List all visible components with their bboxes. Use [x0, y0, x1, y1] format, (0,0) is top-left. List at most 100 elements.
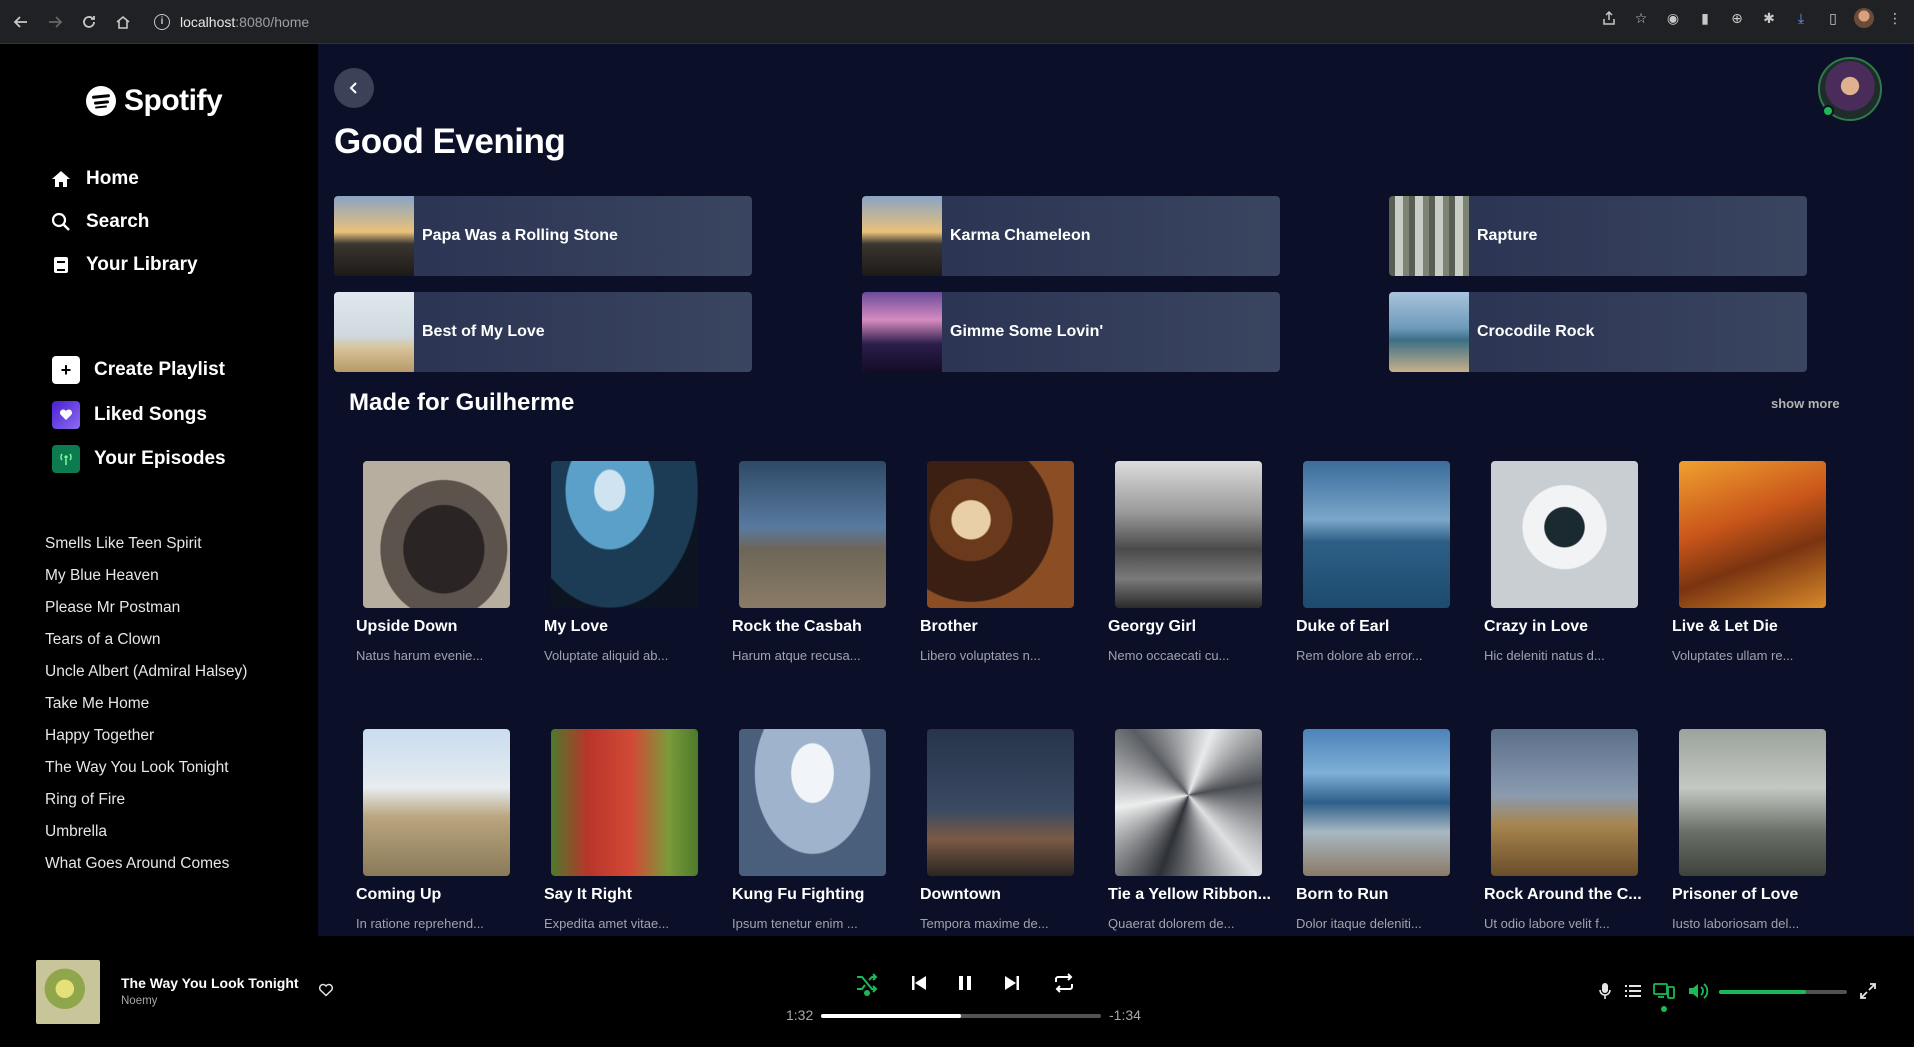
section-title: Made for Guilherme [349, 389, 575, 416]
playlist-item[interactable]: What Goes Around Comes [45, 848, 247, 880]
url-host: localhost [180, 13, 236, 30]
playlist-item[interactable]: Take Me Home [45, 688, 247, 720]
playlist-item[interactable]: My Blue Heaven [45, 560, 247, 592]
queue-list-icon[interactable] [1622, 980, 1644, 1002]
online-status-dot [1822, 105, 1834, 117]
nav-library-label: Your Library [86, 254, 198, 275]
playlist-item[interactable]: Umbrella [45, 816, 247, 848]
browser-profile-avatar[interactable] [1854, 8, 1874, 28]
chevron-left-icon [349, 82, 357, 94]
album-title: Tie a Yellow Ribbon... [1108, 886, 1271, 903]
browser-toolbar: i localhost:8080/home ☆ ◉ ▮ ⊕ ✱ ⤓ ▯ ⋮ [0, 0, 1914, 44]
playlist-item[interactable]: Smells Like Teen Spirit [45, 528, 247, 560]
quick-pick-card[interactable]: Rapture [1389, 196, 1807, 276]
fullscreen-icon[interactable] [1857, 980, 1879, 1002]
site-info-icon[interactable]: i [154, 13, 170, 30]
lyrics-microphone-icon[interactable] [1594, 980, 1616, 1002]
page-title: Good Evening [334, 122, 566, 161]
album-art [1303, 729, 1450, 876]
shuffle-active-dot [864, 990, 870, 996]
now-playing-art[interactable] [36, 960, 100, 1024]
volume-slider[interactable] [1719, 990, 1847, 994]
album-subtitle: In ratione reprehend... [356, 916, 484, 931]
quick-pick-card[interactable]: Gimme Some Lovin' [862, 292, 1280, 372]
user-avatar[interactable] [1818, 57, 1882, 121]
spotify-logo[interactable]: Spotify [86, 84, 223, 118]
quick-pick-card[interactable]: Best of My Love [334, 292, 752, 372]
your-episodes-label: Your Episodes [94, 448, 226, 469]
album-subtitle: Voluptate aliquid ab... [544, 648, 669, 663]
bookmark-star-icon[interactable]: ☆ [1630, 7, 1652, 29]
search-icon [50, 211, 72, 233]
playlist-item[interactable]: Please Mr Postman [45, 592, 247, 624]
playlist-item[interactable]: Happy Together [45, 720, 247, 752]
browser-back-icon[interactable] [6, 7, 36, 37]
album-title: Crazy in Love [1484, 618, 1589, 635]
quick-pick-label: Rapture [1477, 227, 1538, 244]
album-title: Rock the Casbah [732, 618, 862, 635]
add-extension-icon[interactable]: ⊕ [1726, 7, 1748, 29]
side-panel-icon[interactable]: ▯ [1822, 7, 1844, 29]
playlist-item[interactable]: Tears of a Clown [45, 624, 247, 656]
album-art [1115, 729, 1262, 876]
liked-songs-button[interactable]: Liked Songs [52, 401, 207, 429]
sidebar: Spotify Home Search Your Library + Creat… [0, 44, 318, 936]
elapsed-time: 1:32 [786, 1007, 814, 1023]
album-art [551, 461, 698, 608]
quick-pick-card[interactable]: Papa Was a Rolling Stone [334, 196, 752, 276]
browser-home-icon[interactable] [108, 7, 138, 37]
album-title: Prisoner of Love [1672, 886, 1799, 903]
like-heart-icon[interactable] [318, 982, 334, 998]
album-subtitle: Nemo occaecati cu... [1108, 648, 1230, 663]
repeat-icon[interactable] [1049, 968, 1079, 998]
album-subtitle: Libero voluptates n... [920, 648, 1041, 663]
album-art [1491, 729, 1638, 876]
volume-fill [1719, 990, 1807, 994]
progress-bar[interactable] [821, 1014, 1101, 1018]
album-subtitle: Natus harum evenie... [356, 648, 484, 663]
album-subtitle: Rem dolore ab error... [1296, 648, 1423, 663]
browser-reload-icon[interactable] [74, 7, 104, 37]
previous-track-icon[interactable] [904, 968, 934, 998]
nav-home[interactable]: Home [50, 168, 139, 190]
album-title: Georgy Girl [1108, 618, 1197, 635]
now-playing-title[interactable]: The Way You Look Tonight [121, 975, 299, 991]
address-bar[interactable]: i localhost:8080/home [154, 7, 309, 37]
pause-icon[interactable] [950, 968, 980, 998]
create-playlist-button[interactable]: + Create Playlist [52, 356, 225, 384]
playlist-item[interactable]: Ring of Fire [45, 784, 247, 816]
connect-device-icon[interactable] [1653, 980, 1675, 1002]
playlist-item[interactable]: Uncle Albert (Admiral Halsey) [45, 656, 247, 688]
playlist-item[interactable]: The Way You Look Tonight [45, 752, 247, 784]
player-bar: The Way You Look Tonight Noemy 1:32 -1:3… [0, 936, 1914, 1047]
quick-pick-image [862, 292, 942, 372]
device-active-dot [1661, 1006, 1667, 1012]
browser-menu-icon[interactable]: ⋮ [1884, 7, 1906, 29]
album-subtitle: Hic deleniti natus d... [1484, 648, 1605, 663]
album-title: Live & Let Die [1672, 618, 1778, 635]
quick-pick-label: Papa Was a Rolling Stone [422, 227, 618, 244]
album-title: My Love [544, 618, 609, 635]
share-icon[interactable] [1598, 7, 1620, 29]
incognito-extension-icon[interactable]: ◉ [1662, 7, 1684, 29]
docs-extension-icon[interactable]: ▮ [1694, 7, 1716, 29]
quick-pick-card[interactable]: Karma Chameleon [862, 196, 1280, 276]
quick-pick-label: Karma Chameleon [950, 227, 1091, 244]
nav-library[interactable]: Your Library [50, 254, 198, 276]
heart-icon [52, 401, 80, 429]
back-button[interactable] [334, 68, 374, 108]
podcast-icon [52, 445, 80, 473]
album-art [551, 729, 698, 876]
next-track-icon[interactable] [997, 968, 1027, 998]
extensions-puzzle-icon[interactable]: ✱ [1758, 7, 1780, 29]
now-playing-artist[interactable]: Noemy [121, 995, 157, 1007]
quick-pick-card[interactable]: Crocodile Rock [1389, 292, 1807, 372]
nav-search[interactable]: Search [50, 211, 149, 233]
browser-forward-icon[interactable] [40, 7, 70, 37]
show-more-link[interactable]: show more [1771, 396, 1840, 411]
download-icon[interactable]: ⤓ [1790, 7, 1812, 29]
your-episodes-button[interactable]: Your Episodes [52, 445, 226, 473]
url-path: :8080/home [235, 13, 310, 30]
volume-speaker-icon[interactable] [1687, 980, 1709, 1002]
album-art [1115, 461, 1262, 608]
